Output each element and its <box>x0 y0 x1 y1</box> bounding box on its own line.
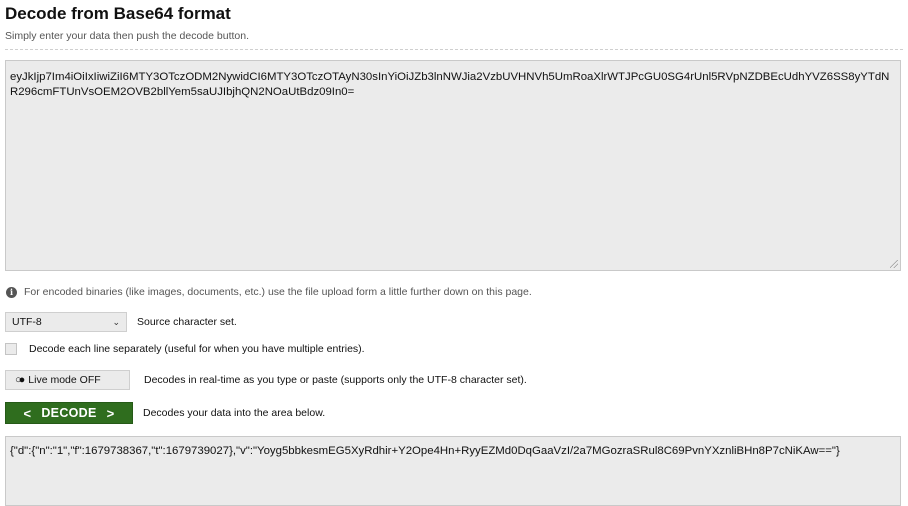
info-icon: i <box>6 286 17 298</box>
decode-description: Decodes your data into the area below. <box>143 407 326 419</box>
base64-input-textarea[interactable]: eyJkIjp7Im4iOiIxIiwiZiI6MTY3OTczODM2Nywi… <box>5 60 901 271</box>
input-text[interactable]: eyJkIjp7Im4iOiIxIiwiZiI6MTY3OTczODM2Nywi… <box>10 71 889 98</box>
live-mode-button[interactable]: ○● Live mode OFF <box>5 370 130 390</box>
output-text[interactable]: {"d":{"n":"1","f":1679738367,"t":1679739… <box>10 445 840 457</box>
decode-row: < DECODE > Decodes your data into the ar… <box>5 402 325 424</box>
decode-lines-label[interactable]: Decode each line separately (useful for … <box>29 343 365 355</box>
charset-select[interactable]: UTF-8 ⌄ <box>5 312 127 332</box>
decode-button[interactable]: < DECODE > <box>5 402 133 424</box>
live-mode-description: Decodes in real-time as you type or past… <box>144 374 527 386</box>
resize-handle-icon[interactable] <box>890 260 898 268</box>
decoded-output-textarea[interactable]: {"d":{"n":"1","f":1679738367,"t":1679739… <box>5 436 901 506</box>
chevron-down-icon[interactable]: ⌄ <box>112 317 120 328</box>
divider <box>5 49 903 50</box>
info-note: i For encoded binaries (like images, doc… <box>6 286 532 298</box>
charset-label: Source character set. <box>137 316 237 328</box>
toggle-icon: ○● <box>15 374 25 386</box>
info-text: For encoded binaries (like images, docum… <box>24 286 532 298</box>
chevron-left-icon: < <box>23 405 32 421</box>
page-title: Decode from Base64 format <box>5 4 231 23</box>
live-mode-label[interactable]: Live mode OFF <box>28 374 100 386</box>
lines-option-row: Decode each line separately (useful for … <box>5 343 365 355</box>
charset-selected-value[interactable]: UTF-8 <box>12 316 42 328</box>
page-subtitle: Simply enter your data then push the dec… <box>5 30 249 42</box>
decode-lines-checkbox[interactable] <box>5 343 17 355</box>
chevron-right-icon: > <box>106 405 115 421</box>
decode-button-label[interactable]: DECODE <box>41 406 96 420</box>
live-mode-row: ○● Live mode OFF Decodes in real-time as… <box>5 370 527 390</box>
charset-row: UTF-8 ⌄ Source character set. <box>5 312 237 332</box>
